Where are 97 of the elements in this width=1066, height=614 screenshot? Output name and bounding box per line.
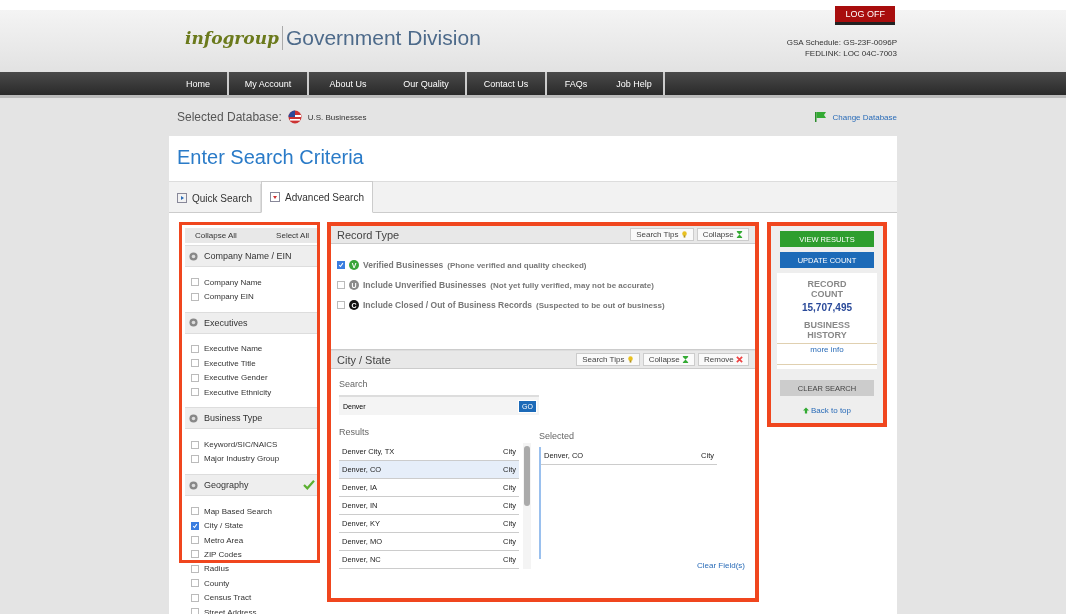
checkbox[interactable] [191,579,199,588]
group-title: Business Type [204,413,264,424]
checkbox[interactable] [191,454,199,463]
group-title: Geography [204,480,250,491]
checkbox-label: Keyword/SIC/NAICS [204,440,278,450]
results-label: Results [339,427,370,437]
logo-brand: infogroup [185,28,279,48]
checkbox-label: Executive Title [204,358,256,368]
record-count: 15,707,495 [801,302,853,313]
nav-link[interactable]: FAQs [547,72,605,95]
option-label: Include Unverified Businesses [363,280,487,290]
gsa-schedule: GSA Schedule: GS-23F-0096P [786,37,897,48]
search-label: Search [339,379,369,389]
option-note: (Suspected to be out of business) [536,300,665,310]
checkbox-label: Metro Area [204,535,244,545]
count-label: RECORD COUNT [806,279,848,299]
back-to-top-link[interactable]: Back to top [803,406,851,415]
flag-icon [814,112,827,122]
checkbox-label: Executive Ethnicity [204,387,272,397]
option-label: Include Closed / Out of Business Records [363,300,533,310]
checkbox[interactable] [191,359,199,368]
expand-icon [189,251,198,261]
checkmark-icon [303,480,315,491]
group-header[interactable]: Executives [185,311,319,334]
checkbox-label: Company EIN [204,292,254,302]
change-database-link[interactable]: Change Database [832,112,897,122]
scrollbar[interactable] [523,443,531,569]
checkbox-label: Major Industry Group [204,454,280,464]
nav-link[interactable]: Our Quality [387,72,467,95]
section-title: Record Type [337,228,400,241]
option-note: (Phone verified and quality checked) [447,260,587,270]
expand-icon [189,318,198,328]
group-header[interactable]: Company Name / EIN [185,245,319,267]
checkbox[interactable] [191,388,199,397]
select-all-link[interactable]: Select All [276,231,309,240]
checkbox[interactable] [191,550,199,559]
checkbox[interactable] [337,281,345,289]
nav-link[interactable]: About Us [309,72,387,95]
history-label: BUSINESS HISTORY [803,320,851,340]
database-name: U.S. Businesses [307,112,367,122]
checkbox[interactable] [191,507,199,516]
section-title: City / State [337,353,391,366]
collapse-button[interactable]: Collapse [642,353,695,366]
option-note: (Not yet fully verified, may not be accurate) [490,280,654,290]
remove-button[interactable]: Remove [698,353,749,366]
database-label: Selected Database: [177,110,282,124]
checkbox-label: Radius [204,564,229,574]
collapse-all-link[interactable]: Collapse All [195,231,237,240]
group-title: Company Name / EIN [204,251,293,261]
checkbox[interactable] [191,593,199,602]
collapse-button[interactable]: Collapse [696,228,749,241]
flag-icon [287,110,302,124]
group-title: Executives [204,317,249,328]
logoff-button[interactable]: LOG OFF [835,6,895,25]
checkbox[interactable] [191,608,199,614]
logo-division: Government Division [281,26,481,50]
search-tips-button[interactable]: Search Tips [576,353,640,366]
expand-icon [189,413,198,423]
search-tips-button[interactable]: Search Tips [630,228,694,241]
checkbox[interactable] [191,373,199,382]
expand-icon [189,480,198,490]
checkbox-label: Company Name [204,277,262,287]
checkbox[interactable] [337,261,345,269]
checkbox[interactable] [337,301,345,309]
more-info-link[interactable]: more info [777,343,877,365]
close-icon [736,356,743,364]
checkbox-label: Executive Name [204,344,263,354]
checkbox-label: ZIP Codes [204,550,242,559]
checkbox-label: Map Based Search [204,506,273,516]
search-tab[interactable]: Advanced Search [261,181,373,213]
checkbox[interactable] [191,521,199,530]
checkbox[interactable] [191,564,199,573]
checkbox-label: Street Address [204,607,257,614]
hourglass-icon [736,231,743,239]
checkbox[interactable] [191,278,199,287]
checkbox[interactable] [191,536,199,545]
selected-label: Selected [539,431,576,441]
checkbox[interactable] [191,344,199,353]
group-header[interactable]: Geography [185,474,319,497]
checkbox[interactable] [191,292,199,301]
lightbulb-icon [680,231,688,239]
nav-link[interactable]: Home [169,72,229,95]
nav-link[interactable]: Job Help [605,72,665,95]
hourglass-icon [682,356,689,364]
nav-link[interactable]: Contact Us [467,72,547,95]
checkbox-label: Executive Gender [204,373,268,383]
checkbox-label: Census Tract [204,593,252,603]
nav-link[interactable]: My Account [229,72,309,95]
checkbox-label: City / State [204,521,244,531]
group-header[interactable]: Business Type [185,407,319,430]
option-label: Verified Businesses [363,260,444,270]
checkbox-label: County [204,578,230,588]
lightbulb-icon [626,356,634,364]
fedlink-number: FEDLINK: LOC 04C-7003 [804,48,897,59]
checkbox[interactable] [191,440,199,449]
up-arrow-icon [803,407,809,414]
clear-fields-link[interactable]: Clear Field(s) [697,561,745,570]
